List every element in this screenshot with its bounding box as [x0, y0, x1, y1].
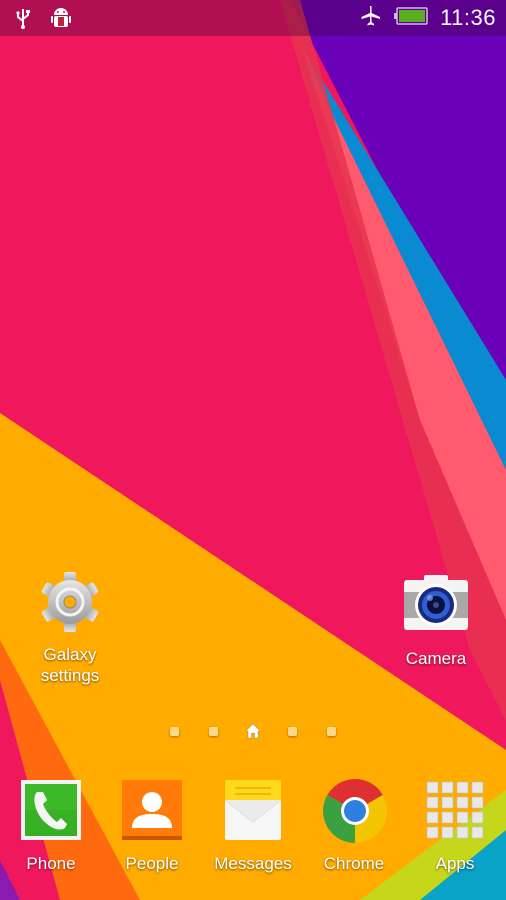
- page-dot-5[interactable]: [327, 727, 336, 736]
- apps-grid-icon: [423, 778, 487, 842]
- airplane-mode-icon: [358, 4, 382, 32]
- dock-people[interactable]: People: [102, 778, 202, 874]
- apps-grid-square: [426, 781, 439, 794]
- battery-icon: [394, 7, 428, 29]
- page-dot-2[interactable]: [209, 727, 218, 736]
- apps-grid-square: [456, 781, 469, 794]
- apps-grid-square: [426, 826, 439, 839]
- dock-label: Chrome: [323, 854, 385, 873]
- apps-grid-square: [456, 826, 469, 839]
- apps-grid-square: [426, 796, 439, 809]
- shortcut-label-line1: Galaxy: [43, 645, 97, 664]
- dock-messages[interactable]: Messages: [203, 778, 303, 874]
- apps-grid-square: [471, 811, 484, 824]
- home-icon: [245, 723, 261, 739]
- page-dot-1[interactable]: [170, 727, 179, 736]
- messages-icon: [221, 778, 285, 842]
- dock-label: Phone: [26, 854, 76, 873]
- page-dot-4[interactable]: [288, 727, 297, 736]
- chrome-icon: [322, 778, 387, 843]
- dock-label: Messages: [214, 854, 292, 873]
- apps-grid-square: [426, 811, 439, 824]
- apps-grid-square: [441, 796, 454, 809]
- clock: 11:36: [440, 5, 496, 30]
- phone-icon: [19, 778, 83, 842]
- page-indicator: [0, 722, 506, 742]
- shortcut-label: Camera: [405, 649, 467, 668]
- home-page-indicator[interactable]: [244, 722, 262, 740]
- camera-icon: [402, 572, 470, 634]
- apps-grid-square: [471, 781, 484, 794]
- android-debug-icon: [50, 6, 72, 34]
- apps-grid-square: [456, 796, 469, 809]
- dock-label: Apps: [435, 854, 475, 873]
- usb-icon: [14, 7, 32, 33]
- apps-grid-square: [471, 826, 484, 839]
- wallpaper: [0, 0, 506, 900]
- dock-chrome[interactable]: Chrome: [304, 778, 404, 874]
- apps-grid-square: [456, 811, 469, 824]
- shortcut-label-line2: settings: [40, 666, 100, 685]
- apps-grid-square: [441, 811, 454, 824]
- dock-label: People: [125, 854, 179, 873]
- contacts-icon: [120, 778, 184, 842]
- shortcut-galaxy-settings[interactable]: Galaxy settings: [15, 568, 125, 686]
- dock-phone[interactable]: Phone: [1, 778, 101, 874]
- apps-grid-square: [441, 781, 454, 794]
- dock-apps[interactable]: Apps: [405, 778, 505, 874]
- status-bar: 11:36: [0, 0, 506, 36]
- shortcut-camera[interactable]: Camera: [381, 572, 491, 669]
- settings-gear-icon: [38, 568, 102, 632]
- apps-grid-square: [441, 826, 454, 839]
- apps-grid-square: [471, 796, 484, 809]
